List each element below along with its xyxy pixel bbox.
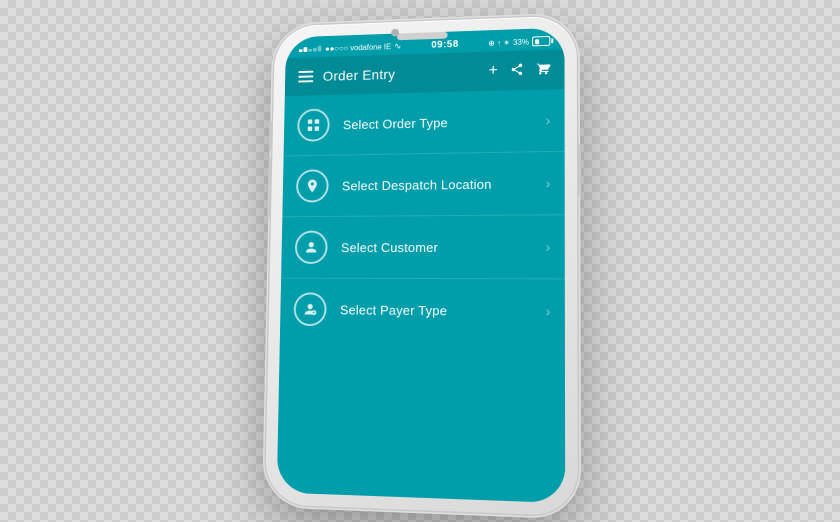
- payer-type-label: Select Payer Type: [340, 302, 447, 318]
- share-button[interactable]: [510, 62, 524, 78]
- person-badge-icon: [302, 301, 318, 317]
- despatch-icon-circle: [296, 169, 329, 202]
- add-button[interactable]: +: [489, 63, 498, 79]
- person-icon: [303, 239, 319, 255]
- signal-dot-3: [308, 49, 312, 52]
- pin-icon: [305, 178, 321, 194]
- battery-fill: [535, 39, 539, 44]
- signal-dot-2: [303, 47, 307, 52]
- grid-icon: [306, 117, 321, 133]
- despatch-location-label: Select Despatch Location: [342, 176, 492, 193]
- despatch-arrow: ›: [546, 175, 551, 191]
- customer-label: Select Customer: [341, 240, 438, 255]
- signal-dot-1: [299, 49, 303, 52]
- order-type-arrow: ›: [546, 112, 551, 128]
- menu-item-despatch-location[interactable]: Select Despatch Location ›: [282, 152, 564, 217]
- customer-arrow: ›: [546, 239, 551, 255]
- hamburger-line-2: [298, 75, 313, 77]
- signal-strength: [299, 46, 322, 52]
- battery-icon: [532, 36, 550, 46]
- cart-button[interactable]: [536, 62, 550, 78]
- menu-item-payer-type[interactable]: Select Payer Type ›: [280, 279, 565, 344]
- menu-item-order-type[interactable]: Select Order Type ›: [284, 89, 565, 157]
- screen-content: ●●○○○ vodafone IE ∿ 09:58 ⊕ ↑ ✶ 33% Or: [277, 28, 565, 504]
- hamburger-line-3: [298, 80, 313, 82]
- status-icons: ⊕ ↑ ✶: [488, 38, 510, 48]
- order-type-label: Select Order Type: [343, 115, 448, 132]
- menu-button[interactable]: [298, 71, 313, 83]
- signal-dot-5: [318, 46, 322, 52]
- status-bar-right: ⊕ ↑ ✶ 33%: [488, 36, 550, 48]
- payer-icon-circle: [293, 292, 326, 326]
- payer-arrow: ›: [546, 303, 551, 319]
- carrier-label: ●●○○○ vodafone IE: [325, 42, 391, 53]
- menu-list: Select Order Type › Select Despatch Loca…: [277, 89, 565, 503]
- wifi-icon: ∿: [394, 41, 401, 52]
- time-display: 09:58: [431, 39, 459, 51]
- phone-device: ●●○○○ vodafone IE ∿ 09:58 ⊕ ↑ ✶ 33% Or: [265, 15, 578, 516]
- hamburger-line-1: [298, 71, 313, 73]
- status-bar-left: ●●○○○ vodafone IE ∿: [299, 41, 403, 55]
- customer-icon-circle: [295, 231, 328, 264]
- menu-item-customer[interactable]: Select Customer ›: [281, 215, 565, 279]
- order-type-icon-circle: [297, 108, 330, 141]
- header-right: +: [489, 62, 551, 80]
- header-left: Order Entry: [298, 66, 395, 84]
- app-title: Order Entry: [323, 66, 396, 83]
- signal-dot-4: [313, 48, 317, 52]
- battery-pct-label: 33%: [513, 37, 529, 46]
